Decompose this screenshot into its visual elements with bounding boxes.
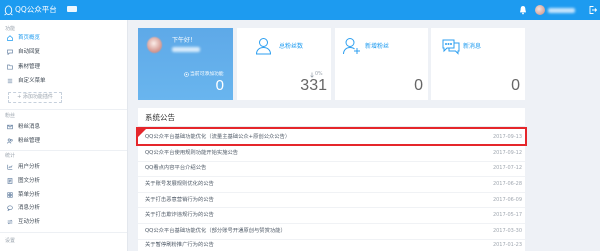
stat-value: 0 — [414, 77, 423, 94]
announcement-row[interactable]: 关于打击恶意营销行为的公告 2017-06-09 — [138, 193, 525, 209]
stat-value: 0 — [511, 77, 520, 94]
sidebar-item-label: 粉丝消息 — [18, 123, 41, 130]
announcement-date: 2017-03-30 — [492, 227, 522, 234]
menu-icon — [7, 78, 13, 84]
sidebar-item-menu-analysis[interactable]: 菜单分析 — [0, 189, 127, 202]
username-blurred[interactable] — [548, 7, 575, 13]
stat-label: 总粉丝数 — [279, 43, 304, 50]
announcement-title[interactable]: 关于打击欺诈违规行为的公告 — [145, 212, 214, 219]
stat-card-new-messages[interactable]: 新消息 0 — [431, 28, 525, 100]
account-name-blurred — [172, 47, 200, 52]
sidebar-item-article-analysis[interactable]: 图文分析 — [0, 175, 127, 188]
sidebar-item-fan-management[interactable]: 粉丝管理 — [0, 135, 127, 148]
stat-label: 新增粉丝 — [365, 43, 390, 50]
stat-value: 331 — [300, 77, 327, 94]
stat-card-new-fans[interactable]: 新增粉丝 0 — [335, 28, 428, 100]
announcement-date: 2017-09-12 — [492, 149, 522, 156]
plugin-count: 0 — [215, 77, 224, 94]
divider — [0, 232, 127, 233]
user-icon — [255, 38, 272, 55]
interaction-icon — [7, 219, 13, 225]
sidebar-item-label: 自定义菜单 — [18, 77, 46, 84]
logout-icon[interactable] — [589, 5, 597, 15]
announcement-title[interactable]: 关于打击恶意营销行为的公告 — [145, 197, 214, 204]
sidebar-item-label: 自动回复 — [18, 48, 41, 55]
announcement-row[interactable]: QQ公众平台使用规则功能开始实施公告 2017-09-12 — [138, 146, 525, 162]
message-bubbles-icon — [442, 39, 460, 55]
avatar[interactable] — [535, 5, 545, 15]
sidebar-item-label: 消息分析 — [18, 204, 41, 211]
divider — [0, 150, 127, 151]
announcement-row[interactable]: 关于账号发展规则优化的公告 2017-06-28 — [138, 177, 525, 193]
welcome-card: 下午好！ 当前可添加功能 0 — [138, 28, 233, 100]
plugin-icon — [184, 72, 189, 77]
panel-title: 系统公告 — [145, 113, 175, 122]
line-chart-icon — [7, 164, 13, 170]
sidebar-section-title: 粉丝 — [5, 113, 16, 119]
stat-card-total-fans[interactable]: 总粉丝数 0% 331 — [237, 28, 331, 100]
account-avatar[interactable] — [147, 37, 162, 53]
sidebar-item-custom-menu[interactable]: 自定义菜单 — [0, 75, 127, 88]
sidebar-item-auto-reply[interactable]: 自动回复 — [0, 46, 127, 59]
announcement-date: 2017-06-28 — [492, 180, 522, 187]
sidebar-item-overview[interactable]: 首页概览 — [0, 32, 127, 45]
sidebar-section-title: 统计 — [5, 153, 16, 159]
sidebar: 功能 首页概览 自动回复 素材管理 自定义菜单 + 添加功能插件 粉丝 粉丝消息… — [0, 20, 128, 251]
announcement-row[interactable]: QQ公众平台基础功能优化（部分账号开通原创与赞赏功能） 2017-03-30 — [138, 224, 525, 240]
app-title[interactable]: QQ公众平台 — [15, 5, 57, 15]
sidebar-item-label: 图文分析 — [18, 177, 41, 184]
announcement-title[interactable]: QQ公众平台使用规则功能开始实施公告 — [145, 150, 238, 157]
top-bar: QQ公众平台 — [0, 0, 600, 20]
announcement-date: 2017-07-12 — [492, 165, 522, 172]
sidebar-item-interaction-analysis[interactable]: 互动分析 — [0, 216, 127, 229]
sidebar-item-user-analysis[interactable]: 用户分析 — [0, 161, 127, 174]
article-icon — [7, 178, 13, 184]
grid-icon — [7, 192, 13, 198]
sidebar-item-label: 互动分析 — [18, 218, 41, 225]
announcement-date: 2017-06-09 — [492, 196, 522, 203]
announcement-title[interactable]: 关于账号发展规则优化的公告 — [145, 181, 214, 188]
add-plugin-button[interactable]: + 添加功能插件 — [8, 92, 62, 103]
qq-penguin-icon[interactable] — [4, 4, 13, 16]
sidebar-section-title: 设置 — [5, 238, 16, 244]
bell-icon[interactable] — [519, 5, 527, 15]
announcement-title[interactable]: 关于暂停刷粉推广行为的公告 — [145, 242, 214, 249]
reply-icon — [7, 49, 13, 55]
folder-icon — [7, 64, 13, 70]
user-add-icon — [343, 38, 360, 55]
sidebar-item-label: 首页概览 — [18, 34, 41, 41]
announcement-row[interactable]: QQ看点内容平台介绍公告 2017-07-12 — [138, 162, 525, 178]
sidebar-item-label: 素材管理 — [18, 63, 41, 70]
users-icon — [7, 138, 13, 144]
greeting: 下午好！ — [172, 37, 197, 44]
sidebar-item-label: 粉丝管理 — [18, 137, 41, 144]
new-ribbon — [138, 129, 146, 137]
home-icon — [7, 35, 13, 41]
highlight-box — [136, 127, 527, 146]
sidebar-item-label: 菜单分析 — [18, 191, 41, 198]
announcement-title[interactable]: QQ公众平台基础功能优化（部分账号开通原创与赞赏功能） — [145, 228, 286, 235]
divider — [0, 109, 127, 110]
envelope-icon — [7, 124, 13, 130]
announcement-title[interactable]: QQ看点内容平台介绍公告 — [145, 165, 206, 172]
sidebar-item-label: 用户分析 — [18, 163, 41, 170]
sidebar-item-materials[interactable]: 素材管理 — [0, 61, 127, 74]
stat-label: 新消息 — [463, 43, 482, 50]
sidebar-item-message-analysis[interactable]: 消息分析 — [0, 202, 127, 215]
announcement-date: 2017-01-23 — [492, 241, 522, 248]
announcement-row[interactable]: 关于打击欺诈违规行为的公告 2017-05-17 — [138, 208, 525, 224]
announcement-row[interactable]: 关于暂停刷粉推广行为的公告 2017-01-23 — [138, 240, 525, 251]
version-badge — [67, 6, 77, 12]
announcement-date: 2017-05-17 — [492, 212, 522, 219]
chat-icon — [7, 205, 13, 211]
sidebar-item-fan-messages[interactable]: 粉丝消息 — [0, 121, 127, 134]
